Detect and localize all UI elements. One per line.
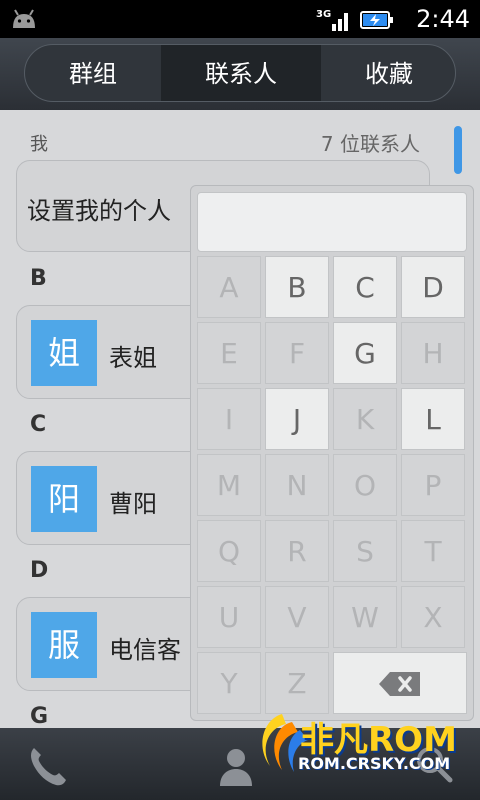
tab-favorites[interactable]: 收藏 xyxy=(321,45,455,101)
key-a[interactable]: A xyxy=(197,256,261,318)
key-s[interactable]: S xyxy=(333,520,397,582)
backspace-icon xyxy=(379,672,420,696)
section-letter: C xyxy=(30,412,47,437)
key-w[interactable]: W xyxy=(333,586,397,648)
signal-3g-icon: 3G xyxy=(316,9,348,31)
alphabet-keyboard: ABCD EFGH IJKL MNOP QRST UVWX YZ xyxy=(190,185,474,721)
contact-name: 电信客 xyxy=(109,636,181,664)
backspace-key[interactable] xyxy=(333,652,467,714)
key-x[interactable]: X xyxy=(401,586,465,648)
contact-name: 表姐 xyxy=(109,344,157,372)
key-i[interactable]: I xyxy=(197,388,261,450)
key-f[interactable]: F xyxy=(265,322,329,384)
key-k[interactable]: K xyxy=(333,388,397,450)
key-h[interactable]: H xyxy=(401,322,465,384)
key-r[interactable]: R xyxy=(265,520,329,582)
key-t[interactable]: T xyxy=(401,520,465,582)
watermark-logo: 非凡ROM ROM.CRSKY.COM xyxy=(252,708,462,782)
key-y[interactable]: Y xyxy=(197,652,261,714)
tab-bar: 群组 联系人 收藏 xyxy=(0,38,480,110)
key-o[interactable]: O xyxy=(333,454,397,516)
key-m[interactable]: M xyxy=(197,454,261,516)
key-v[interactable]: V xyxy=(265,586,329,648)
key-z[interactable]: Z xyxy=(265,652,329,714)
contact-name: 曹阳 xyxy=(109,490,157,518)
phone-icon[interactable] xyxy=(26,744,70,788)
tab-groups[interactable]: 群组 xyxy=(25,45,161,101)
key-p[interactable]: P xyxy=(401,454,465,516)
key-d[interactable]: D xyxy=(401,256,465,318)
section-letter: D xyxy=(30,558,49,583)
keyboard-search-field[interactable] xyxy=(197,192,467,252)
tab-track: 群组 联系人 收藏 xyxy=(24,44,456,102)
contact-avatar: 姐 xyxy=(31,320,97,386)
key-b[interactable]: B xyxy=(265,256,329,318)
my-profile-label: 设置我的个人 xyxy=(27,197,171,225)
scrollbar[interactable] xyxy=(454,126,462,174)
section-header-me: 我 xyxy=(30,134,48,155)
key-n[interactable]: N xyxy=(265,454,329,516)
contact-count: 7 位联系人 xyxy=(320,132,420,156)
key-j[interactable]: J xyxy=(265,388,329,450)
key-u[interactable]: U xyxy=(197,586,261,648)
tab-contacts[interactable]: 联系人 xyxy=(161,45,321,101)
contact-avatar: 阳 xyxy=(31,466,97,532)
section-letter: G xyxy=(30,704,49,728)
key-c[interactable]: C xyxy=(333,256,397,318)
watermark-sub: ROM.CRSKY.COM xyxy=(298,754,451,773)
contact-avatar: 服 xyxy=(31,612,97,678)
android-icon xyxy=(13,9,35,28)
status-bar: 3G 2:44 xyxy=(0,0,480,38)
key-l[interactable]: L xyxy=(401,388,465,450)
svg-text:3G: 3G xyxy=(316,9,331,20)
key-e[interactable]: E xyxy=(197,322,261,384)
key-g[interactable]: G xyxy=(333,322,397,384)
status-clock: 2:44 xyxy=(416,5,470,33)
key-q[interactable]: Q xyxy=(197,520,261,582)
battery-charging-icon xyxy=(360,11,393,29)
section-letter: B xyxy=(30,266,47,291)
